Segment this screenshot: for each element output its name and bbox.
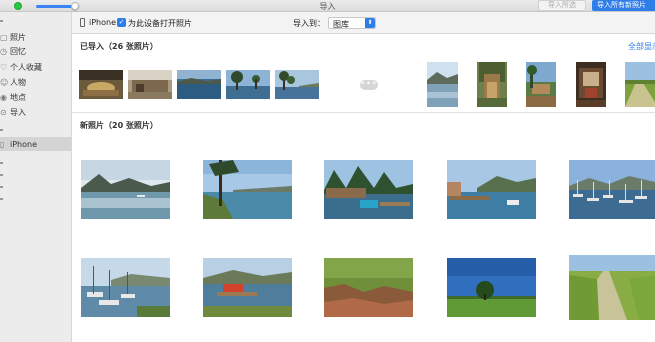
title-bar: 导入 导入所选 导入所有新照片 <box>0 0 655 12</box>
sidebar-item-iphone[interactable]: ▯ iPhone <box>0 137 72 151</box>
for-you-icon: ♡ <box>0 62 8 72</box>
new-photos-section-title: 新照片（20 张照片） <box>80 121 158 130</box>
new-photo-thumbnail[interactable] <box>569 255 655 320</box>
sidebar-separator <box>0 198 3 200</box>
new-photo-thumbnail[interactable] <box>447 258 536 317</box>
imported-photo-thumbnail[interactable] <box>625 62 655 107</box>
section-divider <box>72 112 655 113</box>
new-photo-thumbnail[interactable] <box>569 160 655 219</box>
sidebar-separator <box>0 129 3 131</box>
show-all-link[interactable]: 全部显示 <box>628 41 655 52</box>
more-indicator[interactable]: ••• <box>360 80 378 90</box>
sidebar-item-memories[interactable]: ◷ 回忆 <box>0 44 72 58</box>
open-photos-checkbox[interactable]: ✓ <box>117 18 126 27</box>
import-to-value: 图库 <box>333 20 349 29</box>
sidebar: ▢ 照片 ◷ 回忆 ♡ 个人收藏 ☺ 人物 ◉ 地点 ⊙ 导入 ▯ iPhone <box>0 12 72 342</box>
imported-photo-thumbnail[interactable] <box>576 62 606 107</box>
import-icon: ⊙ <box>0 107 7 117</box>
sidebar-item-label: 照片 <box>10 32 26 42</box>
sidebar-item-label: 人物 <box>10 77 26 87</box>
import-all-new-button[interactable]: 导入所有新照片 <box>592 0 655 11</box>
sidebar-separator <box>0 186 3 188</box>
import-to-label: 导入到： <box>293 19 325 28</box>
sidebar-item-photos[interactable]: ▢ 照片 <box>0 30 72 44</box>
imported-photo-thumbnail[interactable] <box>226 70 270 99</box>
imported-photo-thumbnail[interactable] <box>275 70 319 99</box>
sidebar-item-import[interactable]: ⊙ 导入 <box>0 105 72 119</box>
new-photo-thumbnail[interactable] <box>203 258 292 317</box>
sidebar-item-label: 个人收藏 <box>10 62 42 72</box>
imported-photo-thumbnail[interactable] <box>427 62 458 107</box>
imported-photo-thumbnail[interactable] <box>177 70 221 99</box>
sidebar-item-people[interactable]: ☺ 人物 <box>0 75 72 89</box>
imported-photo-thumbnail[interactable] <box>79 70 123 99</box>
new-photo-thumbnail[interactable] <box>81 258 170 317</box>
imported-photo-thumbnail[interactable] <box>128 70 172 99</box>
sidebar-item-favorites[interactable]: ♡ 个人收藏 <box>0 60 72 74</box>
sidebar-item-label: 地点 <box>10 92 26 102</box>
sidebar-separator <box>0 162 3 164</box>
open-photos-checkbox-label[interactable]: 为此设备打开照片 <box>128 18 192 29</box>
sidebar-item-label: iPhone <box>10 139 38 149</box>
photos-icon: ▢ <box>0 32 8 42</box>
imported-section-title: 已导入（26 张照片） <box>80 42 158 51</box>
new-photo-thumbnail[interactable] <box>324 258 413 317</box>
new-photo-thumbnail[interactable] <box>324 160 413 219</box>
sidebar-item-places[interactable]: ◉ 地点 <box>0 90 72 104</box>
iphone-icon: ▯ <box>0 139 5 149</box>
sidebar-separator <box>0 174 3 176</box>
sidebar-item-label: 导入 <box>10 107 26 117</box>
new-photo-thumbnail[interactable] <box>447 160 536 219</box>
import-selected-button[interactable]: 导入所选 <box>538 0 586 11</box>
sidebar-separator <box>0 20 3 22</box>
imported-photo-thumbnail[interactable] <box>477 62 507 107</box>
iphone-icon <box>80 18 85 27</box>
new-photo-thumbnail[interactable] <box>203 160 292 219</box>
imported-photo-thumbnail[interactable] <box>526 62 556 107</box>
chevron-updown-icon: ⬍ <box>365 18 375 28</box>
import-toolbar: iPhone ✓ 为此设备打开照片 导入到： 图库 ⬍ <box>72 12 655 34</box>
device-name: iPhone <box>89 18 117 27</box>
memories-icon: ◷ <box>0 46 7 56</box>
import-to-select[interactable]: 图库 ⬍ <box>328 17 376 29</box>
people-icon: ☺ <box>0 77 9 87</box>
places-icon: ◉ <box>0 92 7 102</box>
new-photo-thumbnail[interactable] <box>81 160 170 219</box>
sidebar-item-label: 回忆 <box>10 46 26 56</box>
